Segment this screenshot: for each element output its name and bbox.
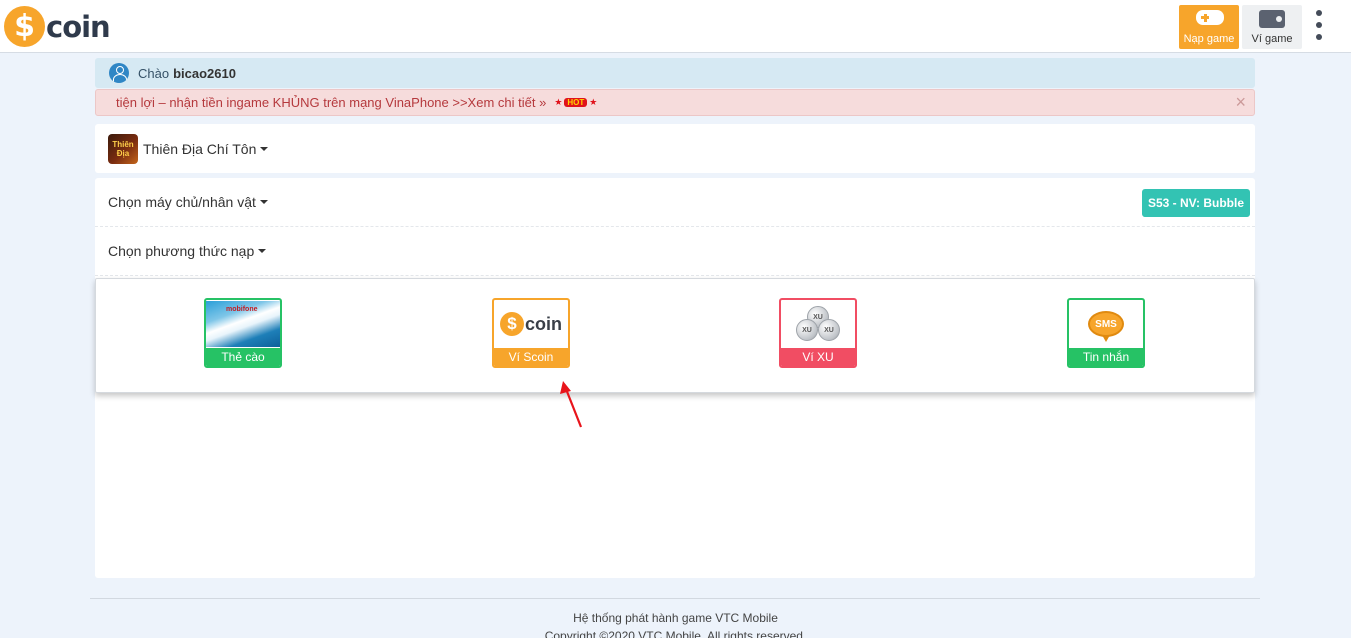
payment-select-label: Chọn phương thức nạp bbox=[108, 243, 255, 259]
method-label: Ví Scoin bbox=[494, 348, 568, 366]
wallet-icon bbox=[1259, 10, 1285, 28]
greeting-bar: Chào bicao2610 bbox=[95, 58, 1255, 88]
game-thumbnail: Thiên Địa bbox=[108, 133, 138, 164]
promo-alert: tiện lợi – nhận tiền ingame KHỦNG trên m… bbox=[95, 89, 1255, 116]
nap-game-label: Nạp game bbox=[1183, 33, 1235, 45]
username: bicao2610 bbox=[173, 65, 236, 81]
more-menu-icon[interactable] bbox=[1313, 10, 1325, 40]
server-select-label: Chọn máy chủ/nhân vật bbox=[108, 194, 256, 210]
method-label: Ví XU bbox=[781, 348, 855, 366]
footer-text: Hệ thống phát hành game VTC Mobile bbox=[573, 611, 778, 625]
scoin-wallet-icon: $ coin bbox=[499, 312, 562, 336]
nap-game-button[interactable]: Nạp game bbox=[1179, 5, 1239, 49]
caret-down-icon bbox=[260, 146, 269, 151]
game-name: Thiên Địa Chí Tôn bbox=[143, 140, 257, 157]
hot-badge: ★ HOT ★ bbox=[554, 97, 598, 107]
footer-divider bbox=[90, 598, 1260, 599]
method-vi-xu[interactable]: XU XU XU Ví XU bbox=[779, 298, 857, 368]
vi-game-label: Ví game bbox=[1251, 33, 1293, 45]
promo-link[interactable]: tiện lợi – nhận tiền ingame KHỦNG trên m… bbox=[116, 95, 546, 110]
xu-coins-icon: XU XU XU bbox=[793, 304, 843, 344]
server-selector[interactable]: Chọn máy chủ/nhân vật S53 - NV: Bubble bbox=[95, 178, 1255, 227]
logo-text: coin bbox=[46, 9, 111, 44]
selected-server-badge[interactable]: S53 - NV: Bubble bbox=[1141, 189, 1250, 217]
greeting-prefix: Chào bbox=[138, 65, 170, 81]
payment-methods-dropdown: Thẻ cào $ coin Ví Scoin XU XU XU Ví XU bbox=[95, 278, 1255, 393]
coin-logo-icon: $ bbox=[4, 6, 45, 47]
caret-down-icon bbox=[258, 249, 267, 253]
caret-down-icon bbox=[259, 200, 268, 204]
payment-method-selector[interactable]: Chọn phương thức nạp bbox=[95, 227, 1255, 276]
method-label: Thẻ cào bbox=[206, 348, 280, 366]
scratch-card-icon bbox=[206, 301, 280, 347]
game-selector[interactable]: Thiên Địa Thiên Địa Chí Tôn bbox=[95, 124, 1255, 173]
method-label: Tin nhắn bbox=[1069, 348, 1143, 366]
method-tin-nhan[interactable]: SMS Tin nhắn bbox=[1067, 298, 1145, 368]
user-icon bbox=[109, 63, 129, 83]
top-header: $ coin Nạp game Ví game bbox=[0, 0, 1351, 53]
vi-game-button[interactable]: Ví game bbox=[1242, 5, 1302, 49]
sms-icon: SMS bbox=[1088, 311, 1124, 342]
main-panel: Chọn máy chủ/nhân vật S53 - NV: Bubble C… bbox=[95, 178, 1255, 578]
close-icon[interactable]: × bbox=[1235, 93, 1246, 111]
gamepad-icon bbox=[1196, 10, 1224, 28]
method-the-cao[interactable]: Thẻ cào bbox=[204, 298, 282, 368]
footer-copyright: Copyright ©2020 VTC Mobile. All rights r… bbox=[544, 629, 807, 638]
method-vi-scoin[interactable]: $ coin Ví Scoin bbox=[492, 298, 570, 368]
scoin-logo[interactable]: $ coin bbox=[4, 6, 111, 47]
